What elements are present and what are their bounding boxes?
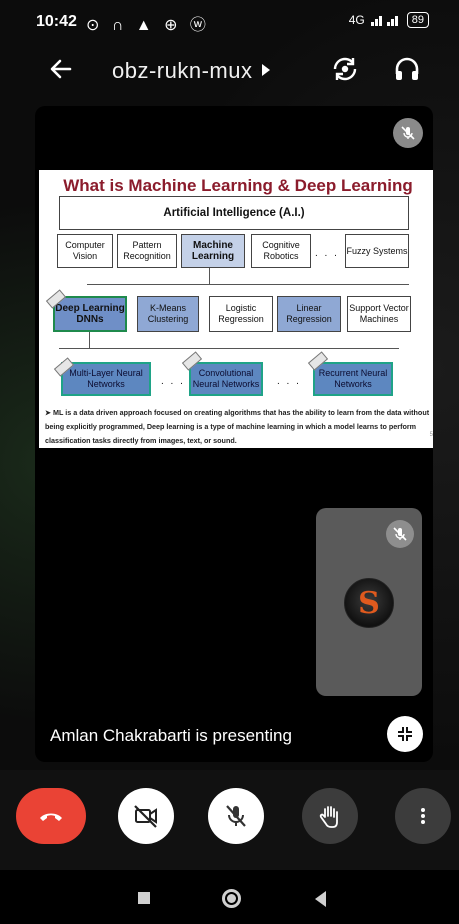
recents-icon[interactable]	[138, 892, 150, 904]
box-cognitive-robotics: Cognitive Robotics	[251, 234, 311, 268]
mic-off-icon	[226, 805, 246, 827]
bullet-icon: ➤	[45, 408, 54, 417]
hand-icon	[319, 806, 338, 828]
battery-indicator: 89	[406, 12, 429, 28]
more-options-button[interactable]	[395, 788, 451, 844]
box-computer-vision: Computer Vision	[57, 234, 113, 268]
row1-ellipsis: . . .	[315, 248, 339, 259]
raise-hand-button[interactable]	[302, 788, 358, 844]
connector-line	[59, 348, 399, 349]
call-controls	[0, 770, 459, 870]
phone-hangup-icon	[40, 813, 62, 821]
slide-page-number: 5	[429, 432, 433, 438]
box-cnn: Convolutional Neural Networks	[189, 362, 263, 396]
caret-right-icon[interactable]	[262, 64, 270, 76]
presentation-stage: What is Machine Learning & Deep Learning…	[35, 106, 433, 762]
signal-icon	[370, 16, 398, 26]
microphone-toggle-button[interactable]	[208, 788, 264, 844]
row3-ellipsis-2: . . .	[277, 376, 301, 387]
slide-body-text: ➤ ML is a data driven approach focused o…	[45, 406, 433, 448]
slide-body-text-content: ML is a data driven approach focused on …	[45, 408, 430, 445]
meeting-header: obz-rukn-mux	[0, 48, 459, 98]
connector-line	[87, 284, 409, 285]
headphones-icon[interactable]	[392, 54, 422, 84]
system-nav-bar	[0, 870, 459, 924]
box-mlp: Multi-Layer Neural Networks	[61, 362, 151, 396]
back-icon[interactable]	[315, 891, 326, 907]
slide-title: What is Machine Learning & Deep Learning	[63, 176, 413, 195]
box-rnn: Recurrent Neural Networks	[313, 362, 393, 396]
minimize-icon	[398, 727, 412, 741]
presenting-label: Amlan Chakrabarti is presenting	[50, 726, 292, 745]
status-time: 10:42	[36, 13, 77, 30]
box-svm: Support Vector Machines	[347, 296, 411, 332]
camera-toggle-button[interactable]	[118, 788, 174, 844]
back-arrow-icon[interactable]	[46, 54, 76, 84]
box-kmeans: K-Means Clustering	[137, 296, 199, 332]
meeting-code[interactable]: obz-rukn-mux	[112, 58, 252, 84]
connector-line	[89, 332, 90, 348]
end-call-button[interactable]	[16, 788, 86, 844]
switch-camera-icon[interactable]	[330, 54, 360, 84]
box-linear-regression: Linear Regression	[277, 296, 341, 332]
camera-off-icon	[134, 805, 157, 828]
self-mic-off-icon	[386, 520, 414, 548]
minimize-button[interactable]	[387, 716, 423, 752]
presenter-mic-off-icon	[393, 118, 423, 148]
box-logistic-regression: Logistic Regression	[209, 296, 273, 332]
self-view-tile[interactable]: S	[316, 508, 422, 696]
avatar: S	[344, 578, 394, 628]
more-vert-icon	[421, 808, 425, 824]
connector-line	[209, 268, 210, 284]
notification-icons: ⊙ ∩ ▲ ⊕ ⓦ	[86, 17, 210, 34]
home-icon[interactable]	[222, 889, 241, 908]
row3-ellipsis-1: . . .	[161, 376, 185, 387]
status-bar: 10:42 ⊙ ∩ ▲ ⊕ ⓦ 4G 89	[0, 0, 459, 44]
box-deep-learning: Deep Learning DNNs	[53, 296, 127, 332]
ai-box: Artificial Intelligence (A.I.)	[59, 196, 409, 230]
box-machine-learning: Machine Learning	[181, 234, 245, 268]
shared-slide: What is Machine Learning & Deep Learning…	[39, 170, 433, 448]
box-pattern-recognition: Pattern Recognition	[117, 234, 177, 268]
network-label: 4G	[348, 13, 365, 27]
box-fuzzy-systems: Fuzzy Systems	[345, 234, 409, 268]
status-indicators: 4G 89	[349, 12, 429, 28]
